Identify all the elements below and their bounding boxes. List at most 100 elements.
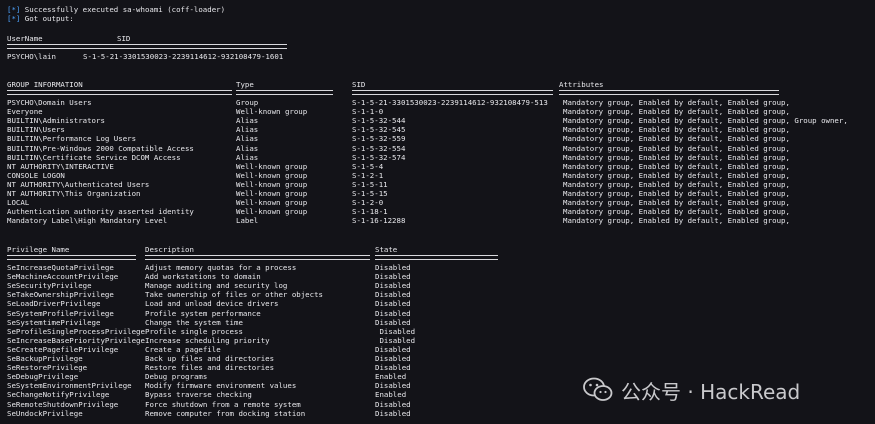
group-attributes-header: Attributes xyxy=(559,80,604,89)
group-name: BUILTIN\Administrators xyxy=(7,116,105,126)
privilege-description: Remove computer from docking station xyxy=(145,408,306,418)
group-name: Mandatory Label\High Mandatory Level xyxy=(7,216,168,226)
privilege-name: SeRemoteShutdownPrivilege xyxy=(7,399,119,409)
group-row: BUILTIN\Pre-Windows 2000 Compatible Acce… xyxy=(0,144,875,153)
privilege-description-underline xyxy=(145,255,370,260)
group-row: LOCAL Well-known group S-1-2-0 Mandatory gr… xyxy=(0,198,875,207)
privilege-state: Disabled xyxy=(375,263,411,272)
group-attributes: Mandatory group, Enabled by default, Ena… xyxy=(563,134,790,144)
privilege-row: SeIncreaseBasePriorityPrivilege Increase … xyxy=(0,336,875,345)
group-type: Well-known group xyxy=(236,189,308,198)
privilege-description: Take ownership of files or other objects xyxy=(145,290,323,300)
group-row: Mandatory Label\High Mandatory Level Labe… xyxy=(0,216,875,225)
privilege-state: Disabled xyxy=(375,335,416,345)
privilege-state: Enabled xyxy=(375,390,407,400)
privilege-name: SeSystemtimePrivilege xyxy=(7,317,101,327)
group-row: NT AUTHORITY\Authenticated Users Well-kno… xyxy=(0,180,875,189)
privilege-row: SeMachineAccountPrivilege Add workstation… xyxy=(0,272,875,281)
group-row: PSYCHO\Domain Users Group S-1-5-21-3301530… xyxy=(0,98,875,107)
group-type: Well-known group xyxy=(236,161,308,171)
privilege-name: SeTakeOwnershipPrivilege xyxy=(7,290,114,300)
group-type-header: Type xyxy=(236,80,254,89)
group-attributes-underline xyxy=(559,90,779,95)
privilege-name: SeMachineAccountPrivilege xyxy=(7,272,119,282)
group-sid: S-1-5-4 xyxy=(352,161,384,171)
group-type: Group xyxy=(236,98,259,107)
group-name: BUILTIN\Users xyxy=(7,125,65,135)
privilege-state: Disabled xyxy=(375,381,411,391)
privilege-state: Disabled xyxy=(375,290,411,300)
group-name: PSYCHO\Domain Users xyxy=(7,98,92,107)
privilege-row: SeSystemProfilePrivilege Profile system p… xyxy=(0,309,875,318)
privilege-name: SeRestorePrivilege xyxy=(7,363,88,373)
privilege-state: Disabled xyxy=(375,281,411,291)
group-sid: S-1-16-12288 xyxy=(352,216,406,226)
watermark-text: 公众号 · HackRead xyxy=(621,379,801,404)
terminal-window[interactable]: [*] Successfully executed sa-whoami (cof… xyxy=(0,0,875,424)
privilege-name: SeUndockPrivilege xyxy=(7,408,83,418)
privilege-name: SeLoadDriverPrivilege xyxy=(7,299,101,309)
group-type: Alias xyxy=(236,125,259,135)
group-name: NT AUTHORITY\Authenticated Users xyxy=(7,179,150,189)
privilege-description: Adjust memory quotas for a process xyxy=(145,263,297,272)
group-sid: S-1-5-15 xyxy=(352,189,388,198)
privilege-description: Increase scheduling priority xyxy=(145,335,270,345)
group-type: Alias xyxy=(236,134,259,144)
group-type: Well-known group xyxy=(236,107,308,117)
group-sid: S-1-2-1 xyxy=(352,170,384,180)
user-sid-header: SID xyxy=(117,34,131,43)
group-row: CONSOLE LOGON Well-known group S-1-2-1 Mand… xyxy=(0,171,875,180)
group-attributes: Mandatory group, Enabled by default, Ena… xyxy=(563,189,790,198)
group-row: NT AUTHORITY\INTERACTIVE Well-known group… xyxy=(0,162,875,171)
privilege-description: Add workstations to domain xyxy=(145,272,261,282)
privilege-name-underline xyxy=(7,255,136,260)
group-attributes: Mandatory group, Enabled by default, Ena… xyxy=(563,216,790,226)
privilege-description: Modify firmware environment values xyxy=(145,381,297,391)
group-row: BUILTIN\Certificate Service DCOM Access A… xyxy=(0,153,875,162)
privilege-row: SeIncreaseQuotaPrivilege Adjust memory qu… xyxy=(0,263,875,272)
output-line-executed: [*] Successfully executed sa-whoami (cof… xyxy=(7,5,225,14)
status-prefix: [*] xyxy=(7,14,21,23)
privilege-description: Restore files and directories xyxy=(145,363,275,373)
privilege-row: SeSecurityPrivilege Manage auditing and s… xyxy=(0,281,875,290)
privilege-description: Change the system time xyxy=(145,317,243,327)
group-type: Well-known group xyxy=(236,179,308,189)
group-attributes: Mandatory group, Enabled by default, Ena… xyxy=(563,179,790,189)
group-row: Everyone Well-known group S-1-1-0 Mandatory… xyxy=(0,107,875,116)
privilege-state: Disabled xyxy=(375,308,411,318)
group-attributes: Mandatory group, Enabled by default, Ena… xyxy=(563,198,790,208)
privilege-row: SeUndockPrivilege Remove computer from do… xyxy=(0,409,875,418)
privilege-state: Disabled xyxy=(375,326,416,336)
group-name: NT AUTHORITY\This Organization xyxy=(7,189,141,198)
group-attributes: Mandatory group, Enabled by default, Ena… xyxy=(563,107,790,117)
group-type: Well-known group xyxy=(236,207,308,217)
group-name: NT AUTHORITY\INTERACTIVE xyxy=(7,161,114,171)
privilege-name: SeSystemEnvironmentPrivilege xyxy=(7,381,132,391)
executed-message: Successfully executed sa-whoami (coff-lo… xyxy=(20,5,226,14)
privilege-name: SeProfileSingleProcessPrivilege xyxy=(7,326,145,336)
group-name: BUILTIN\Certificate Service DCOM Access xyxy=(7,152,181,162)
group-attributes: Mandatory group, Enabled by default, Ena… xyxy=(563,170,790,180)
group-sid: S-1-5-32-559 xyxy=(352,134,406,144)
group-row: BUILTIN\Administrators Alias S-1-5-32-544 M… xyxy=(0,116,875,125)
group-row: Authentication authority asserted identi… xyxy=(0,207,875,216)
privilege-state: Disabled xyxy=(375,299,411,309)
group-type: Alias xyxy=(236,116,259,126)
username-value: PSYCHO\lain xyxy=(7,52,56,61)
privilege-state: Disabled xyxy=(375,354,411,363)
privilege-state: Enabled xyxy=(375,372,407,382)
group-sid: S-1-5-32-544 xyxy=(352,116,406,126)
privilege-description: Bypass traverse checking xyxy=(145,390,252,400)
group-row: BUILTIN\Performance Log Users Alias S-1-5-… xyxy=(0,134,875,143)
privilege-state: Disabled xyxy=(375,272,411,282)
group-sid: S-1-5-11 xyxy=(352,179,388,189)
group-sid: S-1-1-0 xyxy=(352,107,384,117)
group-type: Well-known group xyxy=(236,170,308,180)
group-type-underline xyxy=(236,90,333,95)
group-info-underline xyxy=(7,90,232,95)
privilege-description: Create a pagefile xyxy=(145,344,221,354)
group-attributes: Mandatory group, Enabled by default, Ena… xyxy=(563,143,790,153)
privilege-description: Force shutdown from a remote system xyxy=(145,399,301,409)
privilege-name: SeBackupPrivilege xyxy=(7,354,83,363)
privilege-description: Debug programs xyxy=(145,372,208,382)
